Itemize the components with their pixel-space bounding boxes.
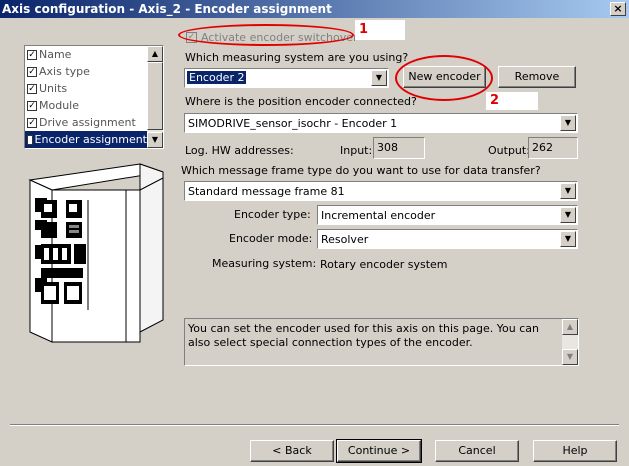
help-text-box: You can set the encoder used for this ax… — [184, 318, 579, 366]
dropdown-arrow-icon[interactable]: ▼ — [560, 115, 576, 131]
window-title: Axis configuration - Axis_2 - Encoder as… — [2, 2, 332, 16]
checkbox-unchecked-icon — [27, 134, 33, 145]
continue-button[interactable]: Continue > — [336, 439, 422, 463]
log-hw-addresses-label: Log. HW addresses: — [185, 144, 294, 157]
checkbox-checked-icon: ✓ — [27, 117, 37, 128]
connection-question: Where is the position encoder connected? — [185, 95, 417, 108]
input-label: Input: — [340, 144, 373, 157]
dropdown-arrow-icon[interactable]: ▼ — [371, 70, 387, 86]
nav-item-units[interactable]: ✓ Units — [25, 80, 147, 97]
footer-separator — [10, 424, 619, 426]
nav-scrollbar[interactable]: ▲ ▼ — [147, 46, 163, 148]
title-bar: Axis configuration - Axis_2 - Encoder as… — [0, 0, 629, 18]
annotation-label-box-2: 2 — [486, 92, 538, 110]
frame-type-select[interactable]: Standard message frame 81 ▼ — [184, 181, 578, 201]
annotation-ellipse-1 — [178, 24, 354, 46]
nav-item-name[interactable]: ✓ Name — [25, 46, 147, 63]
cancel-button[interactable]: Cancel — [435, 440, 519, 462]
scroll-up-icon[interactable]: ▲ — [147, 46, 163, 62]
measuring-system-label: Measuring system: — [212, 257, 317, 270]
dropdown-arrow-icon[interactable]: ▼ — [560, 183, 576, 199]
encoder-mode-select[interactable]: Resolver ▼ — [317, 229, 578, 249]
annotation-label-box-1: 1 — [355, 20, 405, 40]
remove-button[interactable]: Remove — [498, 66, 576, 88]
measuring-system-question: Which measuring system are you using? — [185, 51, 409, 64]
dropdown-arrow-icon[interactable]: ▼ — [560, 207, 576, 223]
encoder-type-select[interactable]: Incremental encoder ▼ — [317, 205, 578, 225]
checkbox-checked-icon: ✓ — [27, 49, 37, 60]
encoder-mode-label: Encoder mode: — [229, 232, 313, 245]
nav-item-encoder-assignment[interactable]: Encoder assignment — [25, 131, 147, 148]
frame-type-question: Which message frame type do you want to … — [181, 164, 541, 177]
dropdown-arrow-icon[interactable]: ▼ — [560, 231, 576, 247]
close-button[interactable]: × — [610, 2, 626, 16]
scroll-down-icon[interactable]: ▼ — [562, 349, 578, 365]
nav-item-axis-type[interactable]: ✓ Axis type — [25, 63, 147, 80]
back-button[interactable]: < Back — [250, 440, 334, 462]
nav-item-module[interactable]: ✓ Module — [25, 97, 147, 114]
nav-list: ✓ Name ✓ Axis type ✓ Units ✓ Module ✓ Drive a… — [24, 45, 164, 149]
checkbox-checked-icon: ✓ — [27, 66, 37, 77]
checkbox-checked-icon: ✓ — [27, 100, 37, 111]
help-button[interactable]: Help — [533, 440, 617, 462]
connection-select[interactable]: SIMODRIVE_sensor_isochr - Encoder 1 ▼ — [184, 113, 578, 133]
scroll-thumb[interactable] — [147, 62, 163, 130]
drive-module-image — [28, 163, 164, 343]
checkbox-checked-icon: ✓ — [27, 83, 37, 94]
encoder-type-label: Encoder type: — [234, 208, 311, 221]
help-scrollbar[interactable]: ▲ ▼ — [562, 319, 578, 365]
scroll-down-icon[interactable]: ▼ — [147, 132, 163, 148]
measuring-system-value: Rotary encoder system — [320, 258, 448, 271]
output-address-field: 262 — [528, 137, 578, 159]
scroll-up-icon[interactable]: ▲ — [562, 319, 578, 335]
encoder-select[interactable]: Encoder 2 ▼ — [184, 68, 389, 88]
help-text: You can set the encoder used for this ax… — [188, 322, 539, 349]
nav-item-drive-assignment[interactable]: ✓ Drive assignment — [25, 114, 147, 131]
input-address-field: 308 — [373, 137, 425, 159]
output-label: Output: — [488, 144, 530, 157]
